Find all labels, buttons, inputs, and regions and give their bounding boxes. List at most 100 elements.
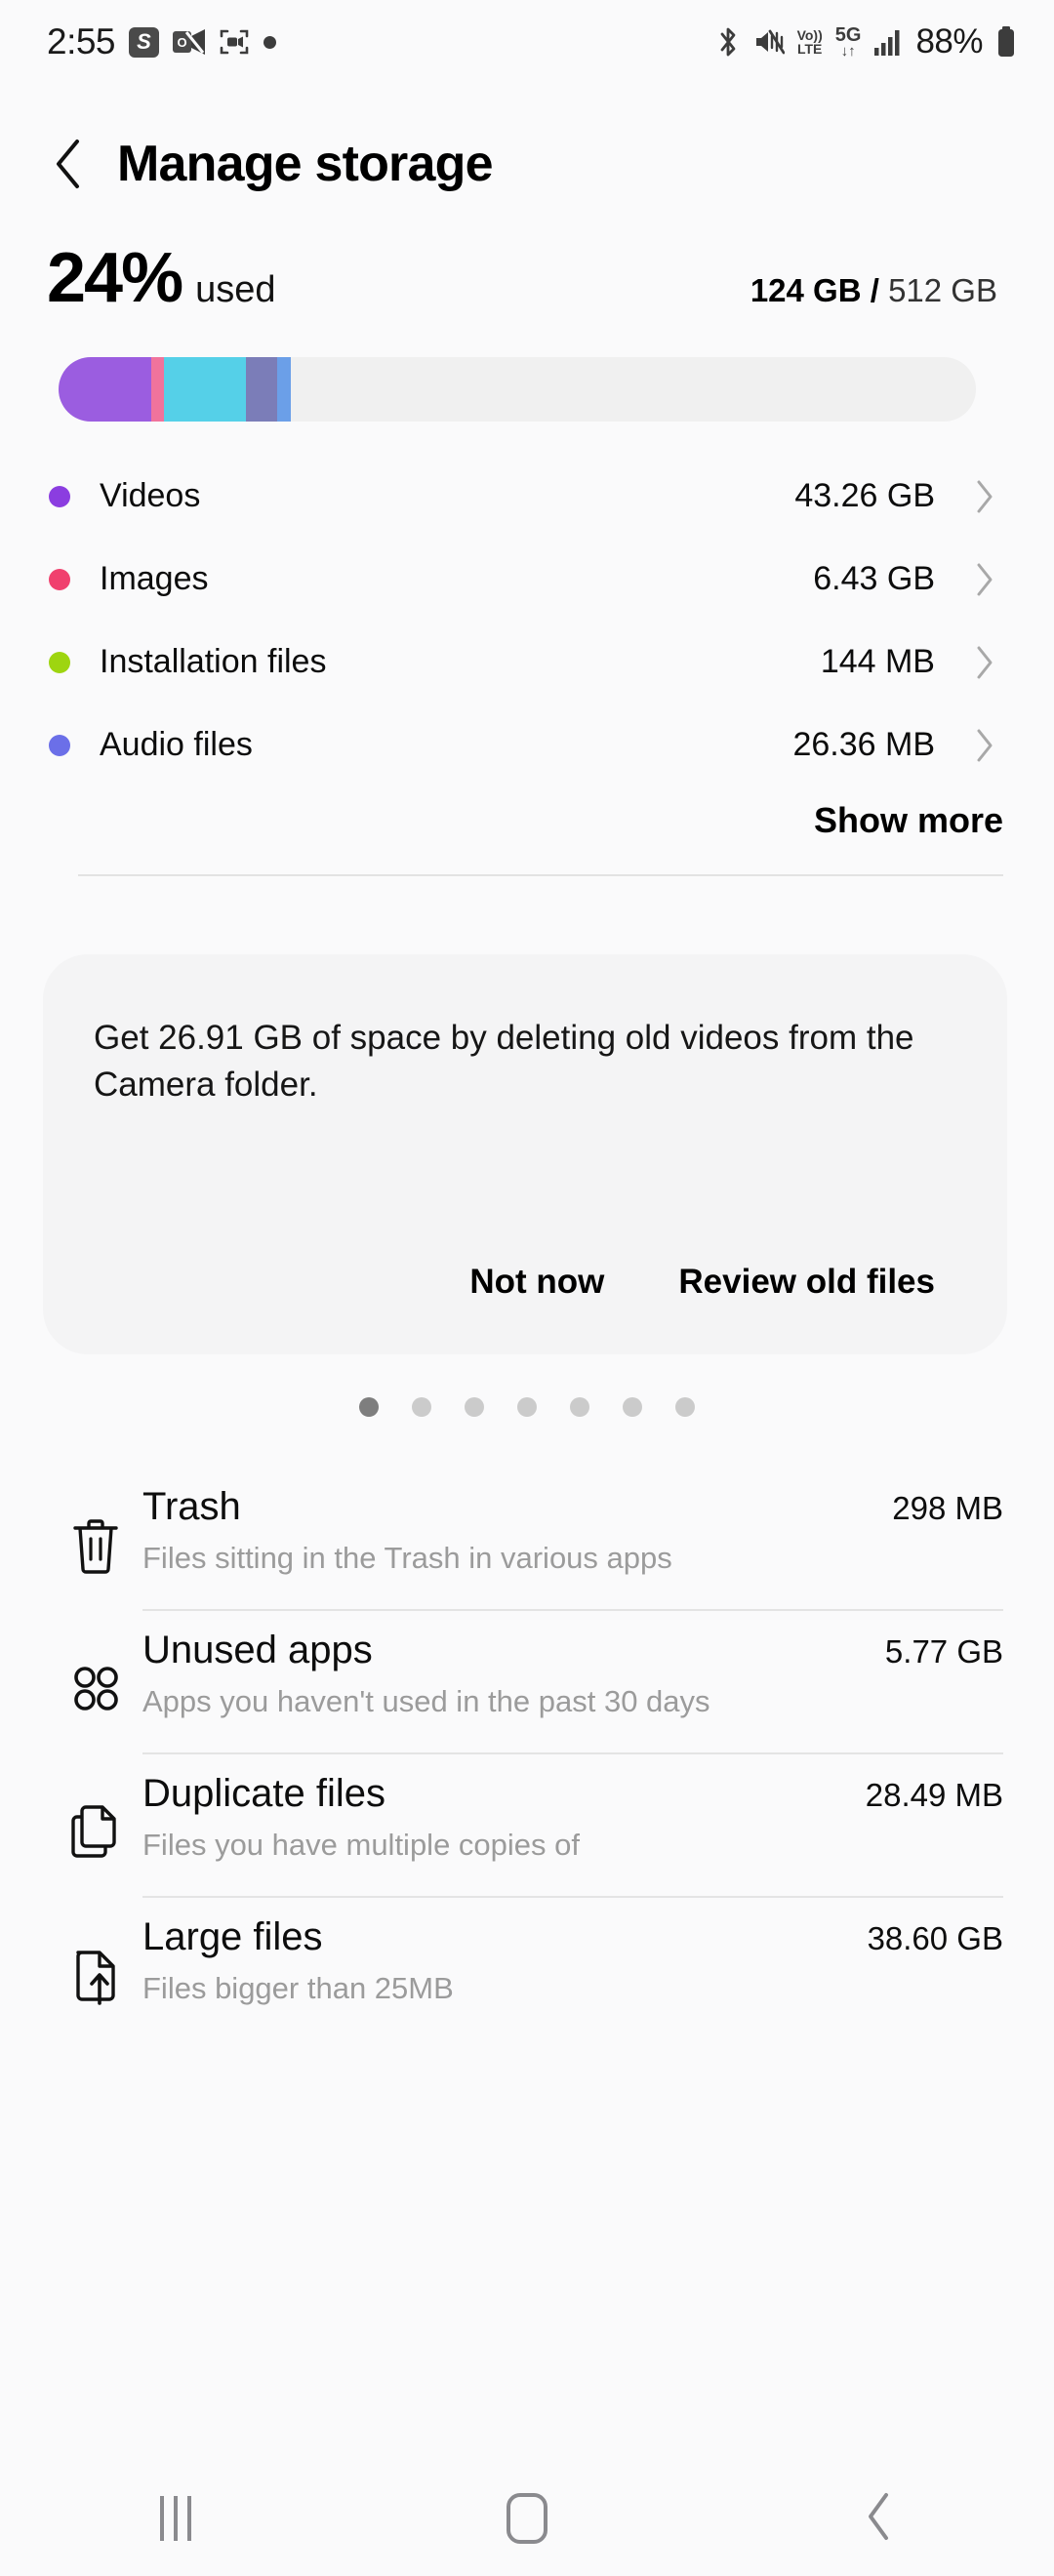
not-now-button[interactable]: Not now — [469, 1263, 604, 1302]
apps-grid-icon — [49, 1629, 142, 1718]
category-color-dot — [49, 734, 70, 756]
chevron-right-icon — [956, 478, 995, 515]
status-bar-left: 2:55 S O — [47, 21, 277, 62]
back-button[interactable] — [47, 140, 90, 188]
category-value: 144 MB — [820, 643, 935, 680]
category-value: 26.36 MB — [792, 726, 935, 763]
tool-row[interactable]: Trash 298 MB Files sitting in the Trash in… — [49, 1468, 1003, 1609]
page-title: Manage storage — [117, 136, 494, 192]
pager-dot[interactable] — [570, 1397, 589, 1417]
tool-size: 298 MB — [892, 1490, 1003, 1526]
tool-size: 38.60 GB — [867, 1920, 1003, 1956]
tool-header: Duplicate files 28.49 MB — [142, 1772, 1003, 1816]
recording-dot-icon — [264, 35, 277, 49]
large-file-icon — [49, 1915, 142, 2009]
recents-icon — [160, 2496, 191, 2541]
chevron-right-icon — [956, 644, 995, 681]
category-label: Videos — [100, 477, 201, 514]
tool-subtitle: Files bigger than 25MB — [142, 1971, 454, 2005]
usage-size-separator: / — [861, 272, 889, 308]
5g-icon: 5G ↓↑ — [835, 25, 862, 59]
category-row[interactable]: Images 6.43 GB — [49, 538, 995, 621]
volte-bottom-label: LTE — [796, 41, 823, 57]
cleanup-tool-list: Trash 298 MB Files sitting in the Trash in… — [0, 1468, 1054, 2039]
svg-text:O: O — [177, 35, 186, 50]
storage-usage-bar — [59, 357, 976, 422]
outlook-app-icon: O — [173, 27, 206, 57]
tool-title: Large files — [142, 1915, 323, 1958]
storage-bar-segment-videos — [59, 357, 151, 422]
status-bar-clock: 2:55 — [47, 21, 116, 61]
review-old-files-button[interactable]: Review old files — [678, 1263, 935, 1302]
tool-size: 28.49 MB — [865, 1777, 1003, 1813]
storage-bar-segment-images — [150, 357, 165, 422]
recents-button[interactable] — [102, 2461, 249, 2576]
battery-icon — [995, 25, 1017, 59]
category-row[interactable]: Videos 43.26 GB — [49, 455, 995, 538]
usage-left-group: 24% used — [47, 238, 276, 318]
category-color-dot — [49, 485, 70, 507]
storage-bar-wrapper — [0, 318, 1054, 422]
usage-used-size: 124 GB — [750, 272, 862, 308]
tool-row[interactable]: Duplicate files 28.49 MB Files you have mu… — [49, 1754, 1003, 1896]
system-navigation-bar — [0, 2461, 1054, 2576]
tool-title: Trash — [142, 1485, 241, 1528]
category-row[interactable]: Audio files 26.36 MB — [49, 704, 995, 786]
tool-body: Duplicate files 28.49 MB Files you have mu… — [142, 1772, 1003, 1896]
tool-header: Unused apps 5.77 GB — [142, 1629, 1003, 1672]
category-label: Audio files — [100, 726, 253, 763]
nav-back-button[interactable] — [805, 2461, 952, 2576]
show-more-button[interactable]: Show more — [814, 800, 1003, 841]
usage-used-label: used — [195, 269, 276, 310]
tool-header: Large files 38.60 GB — [142, 1915, 1003, 1959]
pager-dot[interactable] — [675, 1397, 695, 1417]
signal-icon — [873, 27, 903, 57]
chevron-right-icon — [956, 727, 995, 764]
tool-subtitle: Files you have multiple copies of — [142, 1828, 581, 1862]
trash-icon — [49, 1485, 142, 1577]
storage-category-list: Videos 43.26 GB Images 6.43 GB Installation … — [0, 422, 1054, 786]
usage-percent: 24% — [47, 239, 183, 317]
tool-row[interactable]: Unused apps 5.77 GB Apps you haven't used … — [49, 1611, 1003, 1752]
tool-subtitle: Apps you haven't used in the past 30 day… — [142, 1684, 710, 1718]
tool-header: Trash 298 MB — [142, 1485, 1003, 1529]
duplicate-files-icon — [49, 1772, 142, 1864]
status-bar-right: Vo)) LTE 5G ↓↑ 88% — [715, 22, 1017, 61]
suggestion-card[interactable]: Get 26.91 GB of space by deleting old vi… — [43, 954, 1007, 1354]
show-more-wrapper: Show more — [0, 786, 1054, 841]
pager-dot[interactable] — [359, 1397, 379, 1417]
category-color-dot — [49, 568, 70, 590]
category-value: 43.26 GB — [794, 477, 935, 514]
tool-body: Unused apps 5.77 GB Apps you haven't used … — [142, 1629, 1003, 1752]
chevron-right-icon — [956, 561, 995, 598]
network-type-label: 5G — [834, 24, 862, 46]
usage-total-size: 512 GB — [888, 272, 997, 308]
pager-dot[interactable] — [517, 1397, 537, 1417]
shopee-letter: S — [129, 26, 160, 58]
volte-top-label: Vo)) — [796, 27, 823, 43]
storage-bar-segment-other — [245, 357, 277, 422]
usage-summary: 24% used 124 GB / 512 GB — [0, 193, 1054, 318]
screen-record-icon — [219, 27, 250, 57]
volte-icon: Vo)) LTE — [797, 28, 823, 56]
home-button[interactable] — [454, 2461, 600, 2576]
status-bar: 2:55 S O Vo)) LTE 5G ↓↑ 88% — [0, 0, 1054, 84]
back-icon — [862, 2491, 895, 2547]
shopee-app-icon: S — [129, 26, 160, 58]
suggestion-pager[interactable] — [0, 1397, 1054, 1417]
tool-title: Unused apps — [142, 1629, 373, 1671]
category-label: Images — [100, 560, 209, 597]
pager-dot[interactable] — [623, 1397, 642, 1417]
network-arrows: ↓↑ — [840, 43, 856, 60]
tool-body: Trash 298 MB Files sitting in the Trash in… — [142, 1485, 1003, 1609]
pager-dot[interactable] — [412, 1397, 431, 1417]
category-value: 6.43 GB — [813, 560, 935, 597]
suggestion-card-text: Get 26.91 GB of space by deleting old vi… — [94, 1019, 914, 1105]
pager-dot[interactable] — [465, 1397, 484, 1417]
tool-row[interactable]: Large files 38.60 GB Files bigger than 25M… — [49, 1898, 1003, 2039]
storage-bar-segment-audio — [276, 357, 291, 422]
tool-body: Large files 38.60 GB Files bigger than 25M… — [142, 1915, 1003, 2039]
home-icon — [507, 2493, 547, 2544]
suggestion-card-actions: Not now Review old files — [94, 1263, 956, 1315]
category-row[interactable]: Installation files 144 MB — [49, 621, 995, 704]
